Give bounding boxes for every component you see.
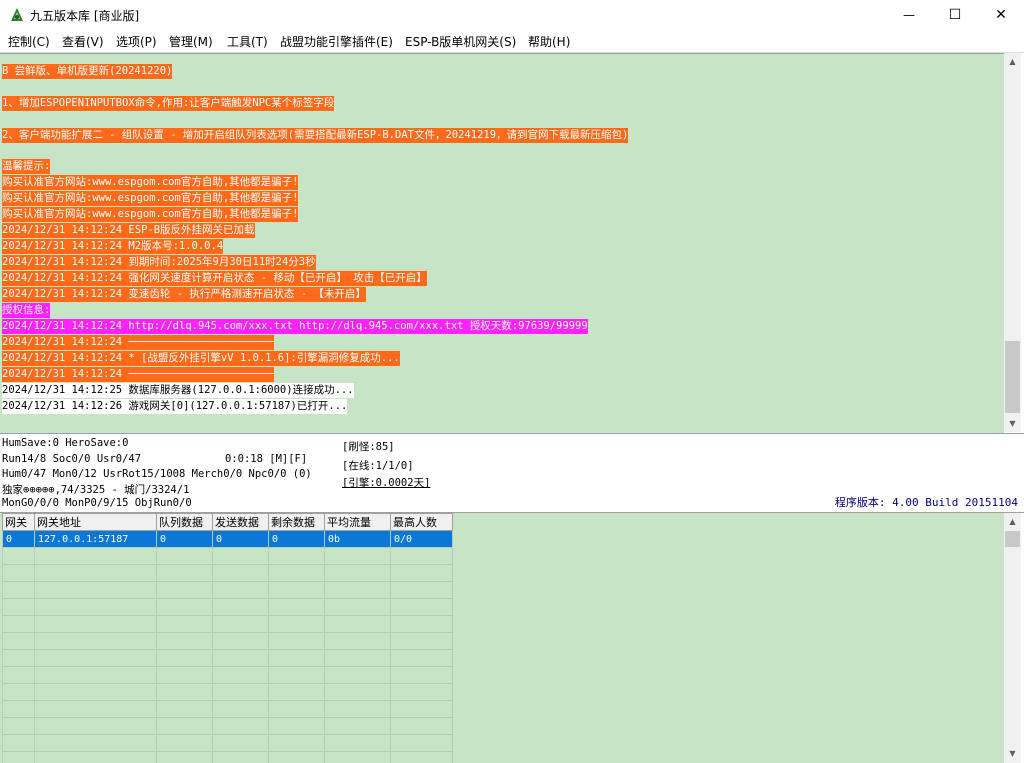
close-icon: ✕ — [995, 7, 1007, 23]
menu-bar: 控制(C) 查看(V) 选项(P) 管理(M) 工具(T) 战盟功能引擎插件(E… — [0, 30, 1024, 53]
log-line: 温馨提示: — [2, 159, 51, 174]
window-title: 九五版本库 [商业版] — [30, 9, 140, 23]
menu-manage[interactable]: 管理(M) — [169, 33, 213, 50]
column-header[interactable]: 最高人数 — [390, 513, 453, 531]
column-header[interactable]: 平均流量 — [324, 513, 391, 531]
empty-row — [2, 649, 453, 667]
status-castle: 独家⊕⊕⊕⊕⊕,74/3325 - 城门/3324/1 — [2, 484, 190, 496]
empty-row — [2, 547, 453, 565]
status-save-count: HumSave:0 HeroSave:0 — [2, 437, 129, 449]
table-cell: 0/0 — [390, 530, 453, 548]
empty-row — [2, 564, 453, 582]
engine-label[interactable]: [引擎:0.0002天] — [342, 475, 430, 490]
log-panel[interactable]: B 尝鲜版、单机版更新(20241220) 1、增加ESPOPENINPUTBO… — [0, 53, 1004, 433]
log-scrollbar[interactable]: ▲ ▼ — [1004, 53, 1021, 432]
column-header[interactable]: 网关 — [2, 513, 35, 531]
grid-scroll-thumb[interactable] — [1005, 531, 1020, 547]
log-line: 2、客户端功能扩展二 - 组队设置 - 增加开启组队列表选项(需要搭配最新ESP… — [2, 128, 629, 143]
grid-scrollbar[interactable]: ▲ ▼ — [1004, 513, 1021, 763]
table-cell: 0 — [156, 530, 213, 548]
minimize-button[interactable]: — — [886, 0, 932, 30]
log-line: 2024/12/31 14:12:24 * [战盟反外挂引擎vV 1.0.1.6… — [2, 351, 400, 366]
menu-engine-plugin[interactable]: 战盟功能引擎插件(E) — [280, 33, 393, 50]
log-line: 购买认准官方网站:www.espgom.com官方自助,其他都是骗子! — [2, 175, 299, 190]
menu-tools[interactable]: 工具(T) — [227, 33, 268, 50]
log-line: 购买认准官方网站:www.espgom.com官方自助,其他都是骗子! — [2, 191, 299, 206]
log-line: 2024/12/31 14:12:24 强化网关速度计算开启状态 - 移动【已开… — [2, 271, 427, 286]
table-cell: 127.0.0.1:57187 — [34, 530, 157, 548]
scroll-down-icon[interactable]: ▼ — [1004, 745, 1021, 762]
log-line: 购买认准官方网站:www.espgom.com官方自助,其他都是骗子! — [2, 207, 299, 222]
scroll-down-icon[interactable]: ▼ — [1004, 415, 1021, 432]
menu-control[interactable]: 控制(C) — [8, 33, 50, 50]
empty-row — [2, 615, 453, 633]
maximize-button[interactable]: ☐ — [932, 0, 978, 30]
log-line: 2024/12/31 14:12:24 http://dlq.945.com/x… — [2, 319, 588, 334]
status-uptime: 0:0:18 [M][F] — [225, 453, 308, 465]
status-panel: HumSave:0 HeroSave:0 Run14/8 Soc0/0 Usr0… — [0, 433, 1024, 513]
log-line: 2024/12/31 14:12:24 到期时间:2025年9月30日11时24… — [2, 255, 316, 270]
scroll-up-icon[interactable]: ▲ — [1004, 513, 1021, 530]
scroll-up-icon[interactable]: ▲ — [1004, 53, 1021, 70]
gateway-table: 网关 网关地址 队列数据 发送数据 剩余数据 平均流量 最高人数 0 127.0… — [2, 513, 453, 763]
table-cell: 0b — [324, 530, 391, 548]
empty-row — [2, 632, 453, 650]
empty-row — [2, 734, 453, 752]
log-line: 2024/12/31 14:12:24 ESP-B版反外挂网关已加载 — [2, 223, 255, 238]
column-header[interactable]: 剩余数据 — [268, 513, 325, 531]
table-row[interactable]: 0 127.0.0.1:57187 0 0 0 0b 0/0 — [2, 530, 453, 548]
log-line: 2024/12/31 14:12:25 数据库服务器(127.0.0.1:600… — [2, 383, 354, 398]
menu-options[interactable]: 选项(P) — [116, 33, 157, 50]
empty-row — [2, 751, 453, 763]
empty-row — [2, 666, 453, 684]
log-line: 2024/12/31 14:12:24 ────────────────────… — [2, 335, 274, 350]
log-line: 授权信息: — [2, 303, 51, 318]
status-counts: Hum0/47 Mon0/12 UsrRot15/1008 Merch0/0 N… — [2, 468, 312, 480]
log-scroll-thumb[interactable] — [1005, 341, 1020, 413]
table-header-row: 网关 网关地址 队列数据 发送数据 剩余数据 平均流量 最高人数 — [2, 513, 453, 531]
program-version: 程序版本: 4.00 Build 20151104 — [834, 496, 1018, 509]
empty-row — [2, 683, 453, 701]
table-cell: 0 — [2, 530, 35, 548]
column-header[interactable]: 发送数据 — [212, 513, 269, 531]
title-bar: 九五版本库 [商业版] — ☐ ✕ — [0, 0, 1024, 30]
menu-gateway[interactable]: ESP-B版单机网关(S) — [405, 33, 516, 50]
monster-refresh-label: [刷怪:85] — [342, 441, 395, 453]
log-line: 2024/12/31 14:12:24 变速齿轮 - 执行严格测速开启状态 - … — [2, 287, 366, 302]
column-header[interactable]: 队列数据 — [156, 513, 213, 531]
minimize-icon: — — [903, 8, 915, 22]
status-monsters: MonG0/0/0 MonP0/9/15 ObjRun0/0 — [2, 497, 192, 509]
empty-row — [2, 700, 453, 718]
empty-row — [2, 598, 453, 616]
table-cell: 0 — [268, 530, 325, 548]
table-cell: 0 — [212, 530, 269, 548]
log-line: B 尝鲜版、单机版更新(20241220) — [2, 64, 173, 79]
menu-view[interactable]: 查看(V) — [62, 33, 104, 50]
menu-help[interactable]: 帮助(H) — [528, 33, 570, 50]
column-header[interactable]: 网关地址 — [34, 513, 157, 531]
close-button[interactable]: ✕ — [978, 0, 1024, 30]
log-line: 2024/12/31 14:12:26 游戏网关[0](127.0.0.1:57… — [2, 399, 348, 414]
empty-row — [2, 581, 453, 599]
log-line: 2024/12/31 14:12:24 M2版本号:1.0.0.4 — [2, 239, 224, 254]
app-icon — [11, 8, 23, 21]
empty-row — [2, 717, 453, 735]
status-run: Run14/8 Soc0/0 Usr0/47 — [2, 453, 142, 465]
log-line: 2024/12/31 14:12:24 ────────────────────… — [2, 367, 274, 382]
log-line: 1、增加ESPOPENINPUTBOX命令,作用:让客户端触发NPC某个标签字段 — [2, 96, 335, 111]
maximize-icon: ☐ — [948, 7, 962, 23]
gateway-grid-panel: 网关 网关地址 队列数据 发送数据 剩余数据 平均流量 最高人数 0 127.0… — [0, 513, 1004, 763]
online-label: [在线:1/1/0] — [342, 460, 414, 472]
